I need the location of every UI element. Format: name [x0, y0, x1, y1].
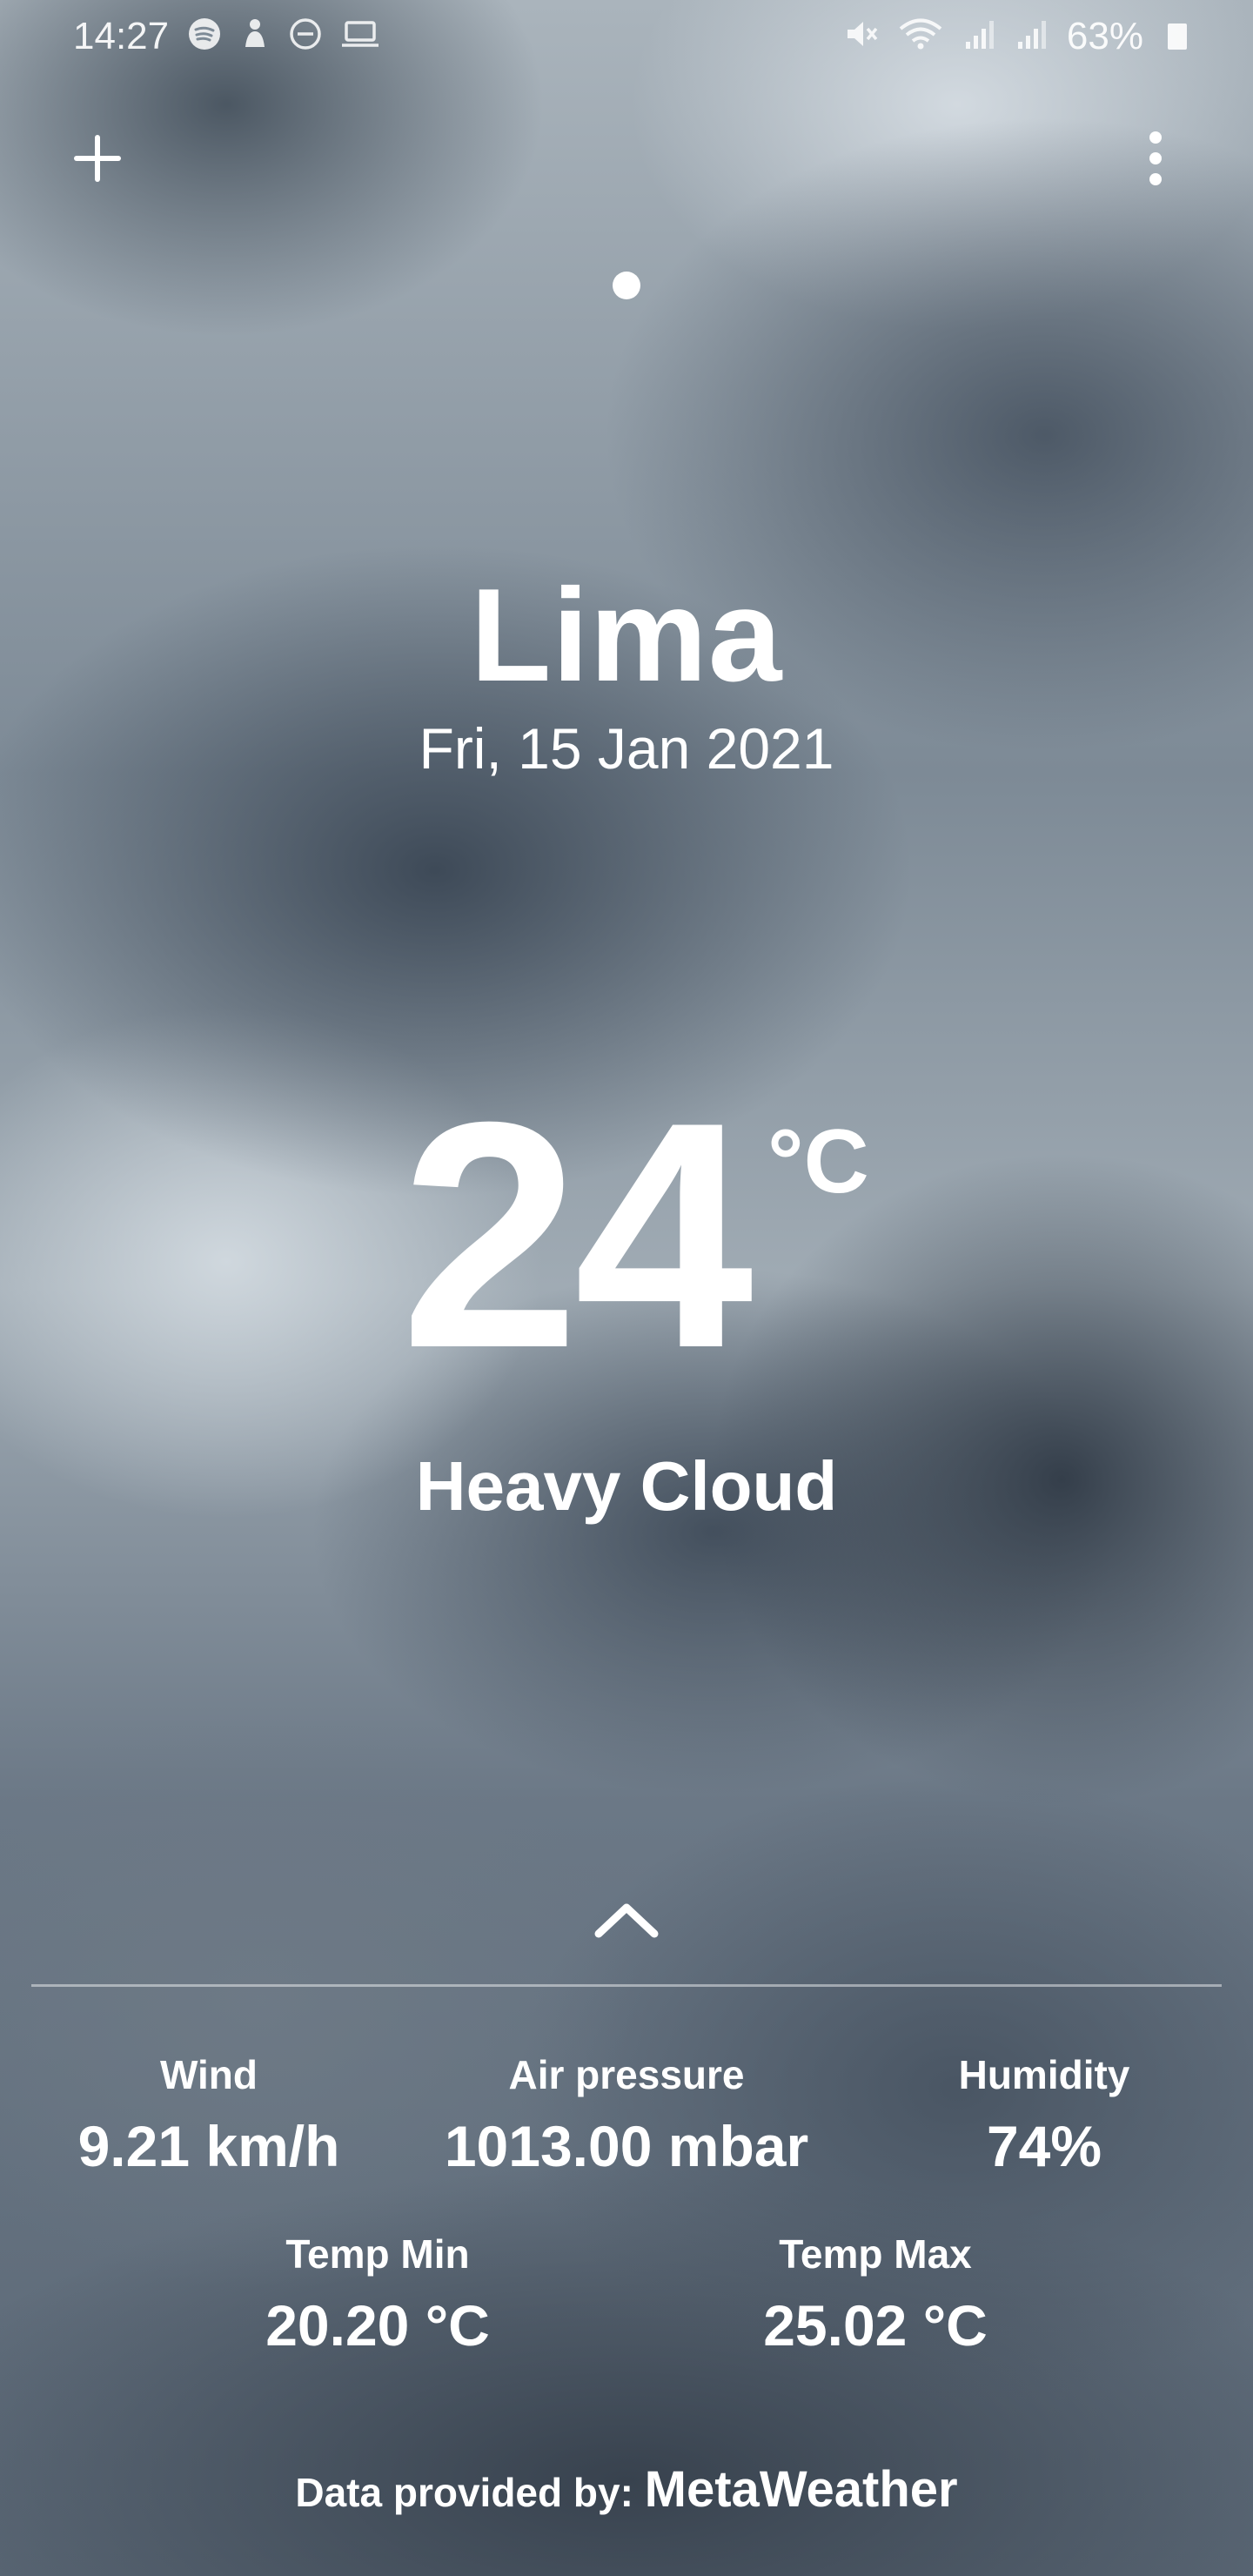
wind-value: 9.21 km/h: [77, 2114, 340, 2178]
humidity-value: 74%: [986, 2114, 1102, 2178]
city-name: Lima: [470, 561, 783, 709]
details-divider: [31, 1984, 1222, 1987]
status-time: 14:27: [73, 15, 170, 57]
status-bar: 14:27 63%: [0, 0, 1253, 73]
temperature-unit: °C: [767, 1111, 869, 1212]
wifi-icon: [898, 17, 943, 57]
laptop-icon: [341, 19, 379, 55]
temp-min-label: Temp Min: [285, 2231, 470, 2277]
page-indicator-dot: [613, 272, 640, 299]
signal-2-icon: [1015, 17, 1048, 57]
temp-min-stat: Temp Min 20.20 °C: [204, 2230, 552, 2360]
plus-icon: [74, 135, 121, 182]
more-vertical-icon: [1149, 131, 1162, 185]
credit-source-link[interactable]: MetaWeather: [645, 2461, 958, 2518]
dnd-icon: [289, 17, 322, 57]
notification-icon: [240, 17, 270, 57]
more-options-button[interactable]: [1112, 115, 1199, 202]
temp-max-stat: Temp Max 25.02 °C: [701, 2230, 1049, 2360]
air-pressure-value: 1013.00 mbar: [444, 2114, 809, 2178]
wind-label: Wind: [160, 2052, 258, 2097]
weather-condition: Heavy Cloud: [415, 1447, 838, 1525]
battery-icon: [1168, 23, 1187, 50]
temp-min-value: 20.20 °C: [265, 2293, 490, 2358]
battery-percent: 63%: [1066, 15, 1143, 57]
data-credit: Data provided by: MetaWeather: [0, 2459, 1253, 2523]
air-pressure-stat: Air pressure 1013.00 mbar: [409, 2050, 844, 2181]
spotify-icon: [188, 17, 221, 57]
status-bar-right: 63%: [844, 15, 1187, 58]
wind-stat: Wind 9.21 km/h: [35, 2050, 383, 2181]
temp-max-label: Temp Max: [779, 2231, 972, 2277]
air-pressure-label: Air pressure: [508, 2052, 745, 2097]
status-bar-left: 14:27: [73, 15, 379, 58]
current-temperature: 24 °C: [0, 1056, 1253, 1415]
mute-icon: [844, 17, 879, 57]
temp-max-value: 25.02 °C: [763, 2293, 988, 2358]
temperature-value: 24: [400, 1056, 754, 1415]
current-date: Fri, 15 Jan 2021: [419, 716, 834, 781]
expand-details-button[interactable]: [583, 1888, 670, 1949]
chevron-up-icon: [594, 1903, 659, 1938]
credit-prefix: Data provided by:: [295, 2470, 633, 2515]
signal-1-icon: [962, 17, 995, 57]
add-location-button[interactable]: [54, 115, 141, 202]
humidity-label: Humidity: [958, 2052, 1130, 2097]
humidity-stat: Humidity 74%: [870, 2050, 1218, 2181]
